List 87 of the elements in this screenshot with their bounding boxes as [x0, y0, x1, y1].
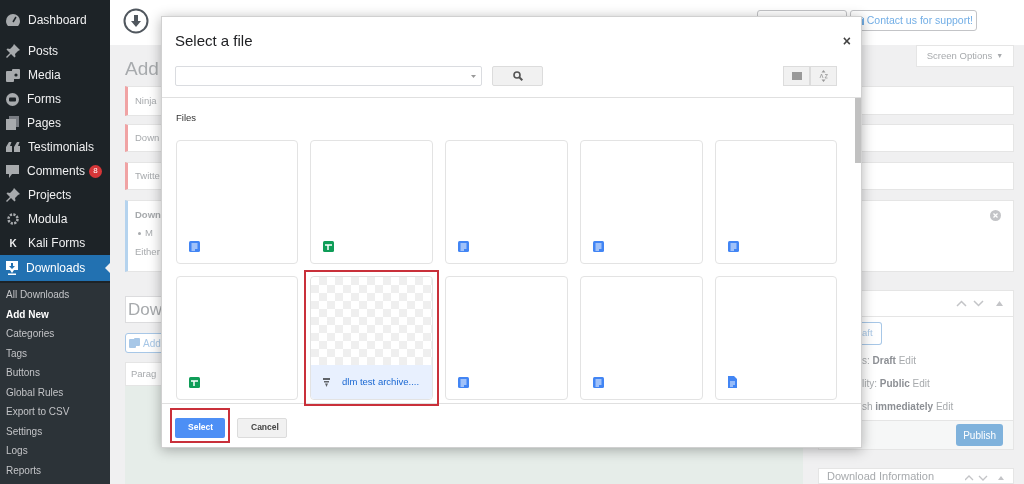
sidebar-item[interactable]: K Kali Forms: [0, 231, 110, 255]
panel-controls-icon[interactable]: [965, 474, 1005, 481]
submenu-item[interactable]: Export to CSV: [0, 402, 110, 422]
sidebar-item[interactable]: Testimonials: [0, 135, 110, 159]
file-name: dlm test archive....: [342, 375, 420, 390]
status-line: sh immediately Edit: [862, 400, 955, 414]
submenu-item[interactable]: Tags: [0, 343, 110, 363]
archive-icon: [323, 377, 330, 387]
sort-button[interactable]: [810, 66, 837, 86]
notice-text: Twitte: [135, 168, 160, 183]
notice-list-item: M: [145, 226, 153, 241]
sidebar-item[interactable]: Dashboard: [0, 8, 110, 32]
chevron-down-icon[interactable]: [973, 300, 984, 307]
notice-heading: Down: [135, 208, 161, 222]
file-card[interactable]: [176, 276, 298, 401]
submenu-item[interactable]: Logs: [0, 441, 110, 461]
submenu-item[interactable]: Settings: [0, 421, 110, 441]
status-line: lity: Public Edit: [862, 377, 931, 391]
chevron-up-icon[interactable]: [956, 300, 967, 307]
sidebar-item[interactable]: Posts: [0, 39, 110, 63]
document-icon: [458, 376, 469, 388]
notice-text: Ninja: [135, 93, 157, 108]
pin-icon: [6, 44, 20, 58]
document-icon: [189, 240, 200, 252]
notice-text: Either: [135, 244, 160, 259]
file-card[interactable]: [715, 140, 837, 265]
form-icon: [6, 92, 19, 106]
sort-icon: [819, 70, 828, 82]
sidebar-item[interactable]: Downloads: [0, 255, 110, 281]
notice-text: Down: [135, 130, 160, 145]
section-label: Files: [176, 111, 198, 125]
spreadsheet-icon: [189, 376, 200, 388]
sidebar-item[interactable]: Media: [0, 63, 110, 87]
pin-icon: [6, 188, 20, 202]
file-card[interactable]: [176, 140, 298, 265]
file-card[interactable]: [310, 140, 433, 265]
document-icon: [728, 240, 739, 252]
bullet-icon: [138, 231, 141, 235]
submenu-item[interactable]: Categories: [0, 324, 110, 344]
spreadsheet-icon: [323, 240, 334, 252]
sidebar-item[interactable]: Modula: [0, 207, 110, 231]
search-icon: [512, 71, 523, 81]
remove-icon: [990, 210, 1001, 221]
media-icon: [6, 68, 20, 82]
gauge-icon: [6, 14, 20, 26]
search-field[interactable]: [175, 66, 482, 86]
list-icon: [791, 72, 802, 80]
sidebar-item[interactable]: Pages: [0, 111, 110, 135]
file-card[interactable]: [580, 276, 703, 401]
sidebar-item[interactable]: Projects: [0, 183, 110, 207]
file-card[interactable]: [445, 276, 568, 401]
dialog-title: Select a file: [175, 30, 253, 51]
submenu-item[interactable]: Global Rules: [0, 382, 110, 402]
file-card[interactable]: [715, 276, 837, 401]
file-card[interactable]: [445, 140, 568, 265]
submenu-item[interactable]: Buttons: [0, 363, 110, 383]
panel-title: Download Information: [827, 470, 934, 483]
file-card[interactable]: dlm test archive....: [310, 276, 433, 401]
document-icon: [593, 240, 604, 252]
gear-icon: [6, 212, 20, 226]
quote-icon: [6, 142, 20, 152]
sidebar-item[interactable]: Comments 8: [0, 159, 110, 183]
download-icon: [123, 8, 149, 34]
file-card[interactable]: [580, 140, 703, 265]
count-badge: 8: [89, 164, 102, 178]
current-notch: [105, 263, 110, 273]
sidebar-item[interactable]: Forms: [0, 87, 110, 111]
collapse-icon[interactable]: [996, 301, 1003, 306]
letter-icon: K: [6, 235, 20, 251]
pages-icon: [6, 116, 19, 130]
document-icon: [458, 240, 469, 252]
media-icon: [129, 337, 141, 349]
status-line: s: Draft Edit: [862, 354, 917, 368]
close-button[interactable]: ×: [842, 34, 851, 48]
scrollbar[interactable]: [855, 98, 861, 163]
search-button[interactable]: [492, 66, 543, 86]
document-icon: [593, 376, 604, 388]
submenu-item[interactable]: Reports: [0, 460, 110, 480]
list-view-button[interactable]: [783, 66, 810, 86]
submenu-item[interactable]: All Downloads: [0, 285, 110, 305]
comment-icon: [6, 164, 19, 178]
page-title: Add: [125, 57, 159, 81]
submenu-item[interactable]: Add New: [0, 304, 110, 324]
file-icon: [728, 376, 737, 389]
cancel-button[interactable]: Cancel: [237, 417, 287, 438]
caret-icon: [471, 74, 476, 78]
download-icon: [6, 261, 18, 275]
